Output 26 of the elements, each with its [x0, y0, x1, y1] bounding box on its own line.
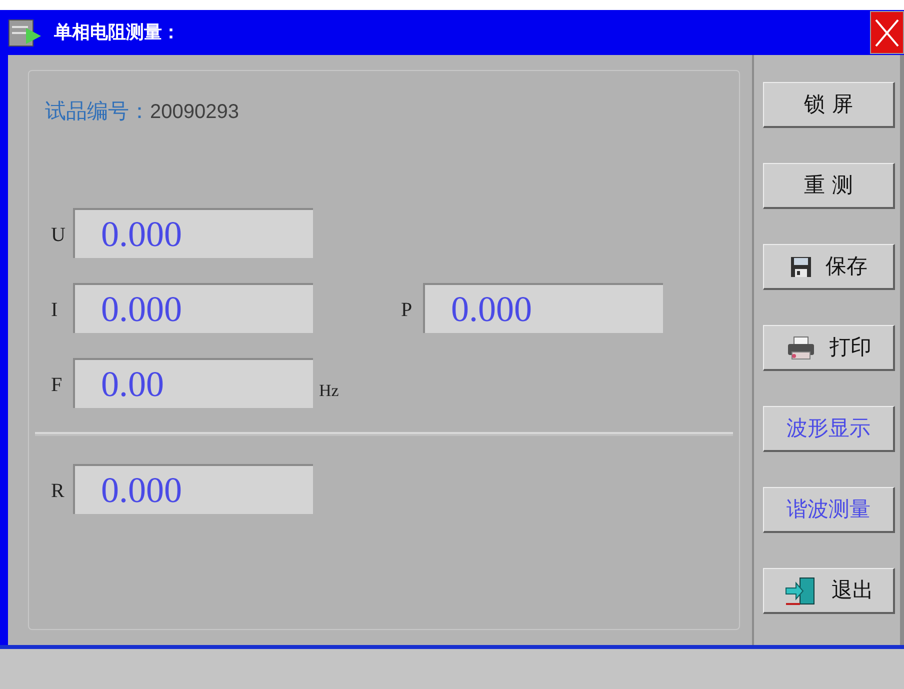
reading-label: I [50, 298, 59, 322]
side-button[interactable]: 锁 屏 [763, 82, 895, 128]
sample-number-value: 20090293 [150, 100, 239, 125]
unit-label: Hz [319, 380, 339, 402]
side-button[interactable]: 重 测 [763, 163, 895, 209]
side-button[interactable]: 打印 [763, 325, 895, 371]
side-button[interactable]: 谐波测量 [763, 487, 895, 533]
close-button[interactable] [870, 11, 904, 54]
reading-label: U [50, 222, 66, 248]
reading-label: F [50, 372, 64, 398]
reading-field: 0.00 [73, 358, 313, 408]
window-app-icon [8, 18, 42, 48]
close-icon [874, 18, 900, 48]
sample-number-label: 试品编号： [45, 98, 150, 125]
exit-door-icon [784, 576, 818, 606]
side-button[interactable]: 波形显示 [763, 406, 895, 452]
reading-label: P [400, 298, 414, 322]
reading-field: 0.000 [73, 282, 313, 332]
reading-label: R [50, 478, 66, 504]
reading-field: 0.000 [423, 282, 663, 332]
reading-field: 0.000 [73, 464, 313, 514]
side-button[interactable]: 保存 [763, 244, 895, 290]
printer-icon [786, 336, 816, 360]
side-button[interactable]: 退出 [763, 568, 895, 614]
window-title: 单相电阻测量： [54, 21, 180, 45]
reading-field: 0.000 [73, 208, 313, 258]
